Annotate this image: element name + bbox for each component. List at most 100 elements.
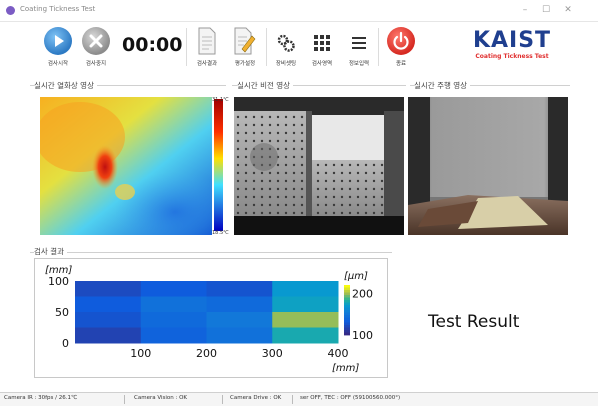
heatmap-cell — [206, 327, 273, 344]
exit-label: 종료 — [395, 61, 407, 67]
colorbar-segment — [344, 317, 350, 321]
min-temp-label: 18.5℃ — [212, 230, 229, 236]
colorbar-segment — [344, 292, 350, 296]
gears-icon — [277, 34, 295, 52]
status-divider — [124, 395, 125, 404]
colorbar-tick-label: 100 — [352, 329, 373, 342]
heatmap-cell — [140, 281, 207, 297]
minimize-button[interactable]: – — [516, 3, 534, 17]
drive-panel-title: 실시간 주행 영상 — [414, 80, 471, 91]
x-tick-label: 200 — [196, 347, 217, 360]
camera-ir-status: Camera IR : 30fps / 26.1℃ — [4, 395, 78, 401]
laser-status: ser OFF, TEC : OFF (59100560.000°) — [300, 395, 401, 401]
info-input-label: 정보입력 — [348, 61, 370, 67]
colorbar-segment — [344, 305, 350, 308]
heatmap-cell — [140, 327, 207, 344]
x-axis-label: [mm] — [332, 363, 359, 374]
x-tick-label: 100 — [130, 347, 151, 360]
heatmap-cell — [272, 296, 339, 313]
stop-icon — [82, 27, 110, 55]
start-inspection-button[interactable]: 검사시작 — [44, 27, 72, 67]
heatmap-cell — [206, 296, 273, 313]
app-icon — [6, 6, 15, 15]
heatmap-cell — [75, 312, 142, 328]
thickness-heatmap: 100 50 0 100 200 300 400 [mm] [mm] [μm] 200 100 — [45, 265, 373, 374]
y-tick-label: 50 — [55, 306, 69, 319]
heatmap-cell — [206, 281, 273, 297]
colorbar-segment — [344, 287, 350, 291]
play-icon — [44, 27, 72, 55]
heatmap-cell — [75, 327, 142, 344]
colorbar-segment — [344, 312, 350, 316]
document-icon — [198, 27, 216, 55]
vision-camera-image — [234, 97, 404, 235]
heatmap-cell — [272, 327, 339, 344]
colorbar-segment — [344, 290, 350, 293]
y-tick-label: 100 — [48, 275, 69, 288]
vision-panel-title: 실시간 비전 영상 — [237, 80, 294, 91]
thermal-panel-title: 실시간 열화상 영상 — [34, 80, 97, 91]
heatmap-cell — [272, 281, 339, 297]
result-chart-frame: 100 50 0 100 200 300 400 [mm] [mm] [μm] 200 100 — [34, 258, 388, 378]
camera-drive-status: Camera Drive : OK — [230, 395, 282, 401]
temperature-colorbar — [214, 99, 223, 231]
group-border — [30, 252, 392, 253]
colorbar-segment — [344, 332, 350, 336]
info-input-button[interactable]: 정보입력 — [349, 34, 369, 67]
colorbar-segment — [344, 307, 350, 311]
colorbar-segment — [344, 320, 350, 323]
power-icon — [387, 27, 415, 55]
close-button[interactable]: ✕ — [559, 3, 577, 17]
drive-camera-image — [408, 97, 568, 235]
colorbar-segment — [344, 325, 350, 328]
inspection-area-button[interactable]: 검사영역 — [312, 34, 332, 67]
colorbar-segment — [344, 285, 350, 288]
colorbar-segment — [344, 302, 350, 306]
window-title: Coating Tickness Test — [20, 5, 96, 13]
status-bar: Camera IR : 30fps / 26.1℃ Camera Vision … — [0, 392, 598, 406]
heatmap-cell — [75, 281, 142, 297]
colorbar-segment — [344, 315, 350, 318]
stop-inspection-label: 검사중지 — [85, 61, 107, 67]
heatmap-cell — [206, 312, 273, 328]
elapsed-timer: 00:00 — [122, 34, 183, 56]
status-divider — [222, 395, 223, 404]
colorbar-segment — [344, 297, 350, 301]
heatmap-cell — [272, 312, 339, 328]
logo-subtitle: Coating Tickness Test — [475, 53, 549, 60]
heatmap-cell — [140, 312, 207, 328]
x-tick-label: 400 — [328, 347, 349, 360]
heatmap-cell — [75, 296, 142, 313]
equipment-settings-button[interactable]: 장비셋팅 — [276, 34, 296, 67]
toolbar: 검사시작 검사중지 00:00 검사결과 평가설정 장비셋팅 검사영역 정보입력 — [0, 22, 598, 72]
inspection-result-button[interactable]: 검사결과 — [197, 27, 217, 67]
exit-button[interactable]: 종료 — [387, 27, 415, 67]
result-panel-title: 검사 결과 — [34, 246, 67, 257]
colorbar-segment — [344, 330, 350, 333]
title-bar: Coating Tickness Test – ☐ ✕ — [0, 0, 598, 22]
colorbar-segment — [344, 300, 350, 303]
colorbar-segment — [344, 295, 350, 298]
y-tick-label: 0 — [62, 337, 69, 350]
list-icon — [352, 37, 366, 49]
max-temp-label: 31.1℃ — [212, 97, 229, 103]
y-axis-label: [mm] — [45, 265, 72, 276]
camera-vision-status: Camera Vision : OK — [134, 395, 188, 401]
evaluation-settings-button[interactable]: 평가설정 — [233, 27, 257, 67]
maximize-button[interactable]: ☐ — [537, 3, 555, 17]
x-tick-label: 300 — [262, 347, 283, 360]
status-divider — [292, 395, 293, 404]
stop-inspection-button[interactable]: 검사중지 — [82, 27, 110, 67]
colorbar-segment — [344, 322, 350, 326]
heatmap-cell — [140, 296, 207, 313]
colorbar-label: [μm] — [344, 271, 368, 282]
colorbar-segment — [344, 310, 350, 313]
grid-icon — [314, 35, 330, 51]
kaist-logo: KAIST Coating Tickness Test — [462, 28, 562, 61]
test-result-text: Test Result — [428, 312, 520, 332]
colorbar-tick-label: 200 — [352, 287, 373, 300]
thermal-image — [40, 97, 212, 235]
colorbar-segment — [344, 327, 350, 331]
logo-main-text: KAIST — [472, 28, 552, 53]
edit-document-icon — [234, 27, 256, 55]
